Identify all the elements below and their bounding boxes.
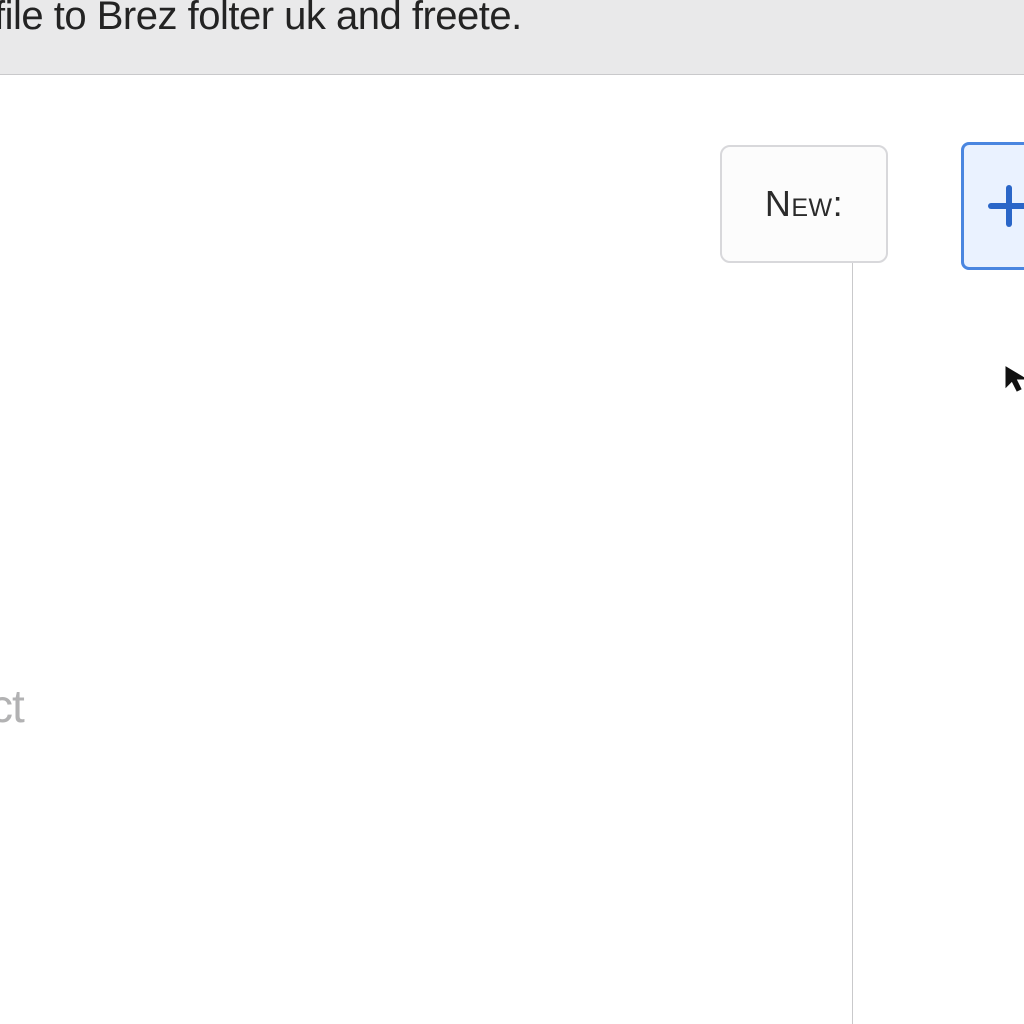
content-area: New: ct — [0, 75, 1024, 1024]
plus-icon — [1015, 178, 1024, 235]
add-button[interactable] — [961, 142, 1024, 270]
new-button[interactable]: New: — [720, 145, 888, 263]
header-bar: ii's file to Brez folter uk and freete. — [0, 0, 1024, 75]
new-button-label: New: — [765, 183, 843, 225]
panel-divider — [852, 250, 853, 1024]
header-instruction-text: ii's file to Brez folter uk and freete. — [0, 0, 522, 39]
left-placeholder-fragment: ct — [0, 679, 24, 733]
cursor-icon — [1004, 365, 1024, 393]
